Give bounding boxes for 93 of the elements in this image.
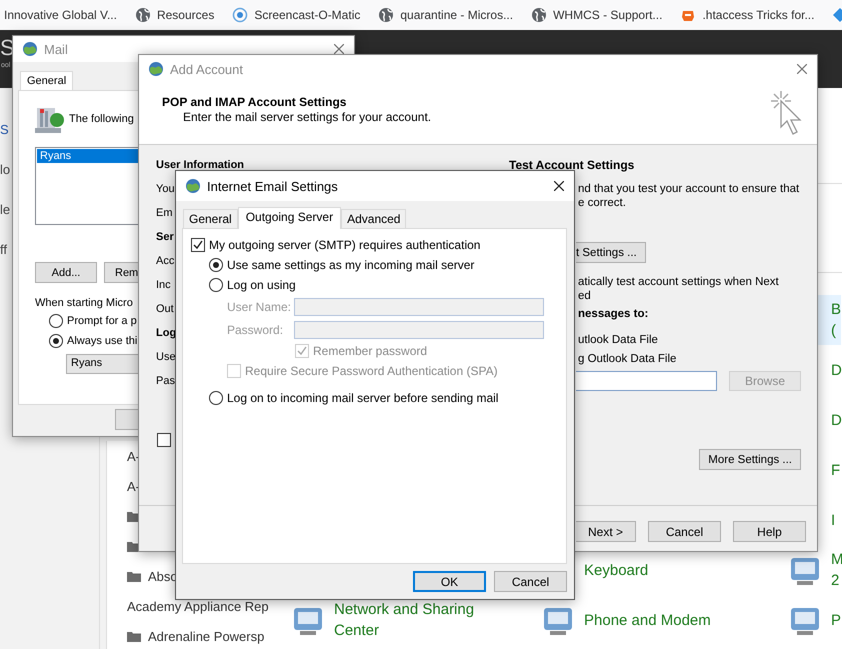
applet-link[interactable]: D [831,410,842,430]
radio-button[interactable] [49,314,63,328]
checkbox[interactable] [191,238,205,252]
radio-button[interactable] [209,258,223,272]
cursor-icon [769,89,803,137]
dialog-button[interactable]: Next > [576,521,636,542]
field-label: Out [156,302,174,316]
globe-icon [378,7,394,23]
checkbox-label: Require Secure Password Authentication (SPA) [245,364,498,378]
checkbox[interactable] [157,433,171,447]
sidebar-item[interactable]: ff [0,242,7,258]
window-title: Internet Email Settings [207,178,338,194]
applet-link[interactable]: Network and Sharing Center [334,599,474,641]
sidebar-item[interactable]: lo [0,162,10,178]
option-label: ed [578,289,591,303]
bookmark-link[interactable]: Resources [156,8,214,22]
applet-link[interactable]: Phone and Modem [584,610,711,630]
option-label: Prompt for a p [67,315,137,327]
bookmark-link[interactable]: quarantine - Micros... [400,8,514,22]
section-heading: Test Account Settings [509,159,634,171]
close-icon[interactable] [554,181,564,191]
bookmark-link[interactable]: WHMCS - Support... [553,8,662,22]
startup-label: When starting Micro [35,296,133,311]
dialog-button[interactable]: Add... [35,262,97,283]
field-label: Pas [156,374,175,388]
target-icon [232,7,248,23]
field-label: Acc [156,254,174,268]
globe-icon [531,7,548,23]
dialog-button[interactable]: OK [413,571,486,592]
field-label: Em [156,206,172,220]
page-heading: POP and IMAP Account Settings [162,95,348,110]
option-label: Always use thi [67,335,138,347]
applet-link[interactable]: Keyboard [584,560,648,580]
option-label: Log on using [227,278,296,292]
tab[interactable]: General [183,209,238,228]
applet-link[interactable]: P [831,610,842,630]
option-label: Use same settings as my incoming mail server [227,258,474,272]
file-item[interactable]: Adrenaline Powersp [148,628,264,644]
field-label: Inc [156,278,171,292]
option-label: g Outlook Data File [578,352,676,366]
description-text: nd that you test your account to ensure that [578,182,800,196]
radio-button[interactable] [209,278,223,292]
profile-list[interactable]: Ryans [35,147,139,225]
section-heading: nessages to: [578,307,648,321]
globe-icon [148,61,164,77]
more-settings-button[interactable]: More Settings ... [699,449,801,470]
window-title: Add Account [170,62,243,76]
file-path-field[interactable] [576,371,717,391]
applet-link[interactable]: D [831,360,842,380]
option-label: Log on to incoming mail server before sending mail [227,391,498,405]
sidebar-item[interactable]: le [0,202,10,218]
folder-icon [127,570,141,582]
folder-icon [127,630,141,642]
section-heading: Ser [156,230,174,244]
test-settings-button[interactable]: t Settings ... [576,242,646,263]
dialog-button[interactable]: Cancel [648,521,721,542]
file-item[interactable]: Academy Appliance Rep [127,598,269,614]
bookmark-link[interactable]: Innovative Global V... [4,8,117,22]
section-heading: User Information [156,158,244,172]
section-heading: Log [156,326,176,340]
globe-icon [22,41,38,57]
description-text: e correct. [578,196,626,210]
dialog-button[interactable]: Help [733,521,806,542]
sidebar-link[interactable]: S [0,122,9,138]
field-label: You [156,182,175,196]
applet-link[interactable]: B ( [817,295,841,345]
field-label: Use [156,350,176,364]
window-title: Mail [44,42,68,56]
option-label: utlook Data File [578,333,658,347]
tab[interactable]: General [20,71,74,90]
dialog-button[interactable]: Rem [104,262,138,283]
globe-icon [134,7,151,23]
option-label: atically test account settings when Next [578,275,779,289]
page-subheading: Enter the mail server settings for your account. [182,110,432,125]
dialog-button[interactable]: Cancel [494,571,567,592]
radio-button[interactable] [49,334,63,348]
tab[interactable]: Advanced [341,209,406,228]
applet-link[interactable]: M 2 [831,549,842,591]
checkbox-label: My outgoing server (SMTP) requires authentication [209,238,480,252]
tab[interactable]: Outgoing Server [238,207,342,229]
dialog-button[interactable] [115,409,139,430]
bookmark-link[interactable]: .htaccess Tricks for... [702,8,814,22]
checkbox-label: Remember password [313,344,428,358]
intro-text: The following [69,113,134,125]
profile-item[interactable]: Ryans [37,149,139,163]
applet-link[interactable]: I [831,510,836,530]
globe-icon [185,178,201,194]
bookmark-link[interactable]: Screencast-O-Matic [254,8,360,22]
radio-button[interactable] [209,391,223,405]
profile-dropdown[interactable]: Ryans [66,354,140,374]
field-label: Password: [227,322,284,336]
field-label: User Name: [227,300,292,314]
applet-link[interactable]: F [831,460,840,480]
